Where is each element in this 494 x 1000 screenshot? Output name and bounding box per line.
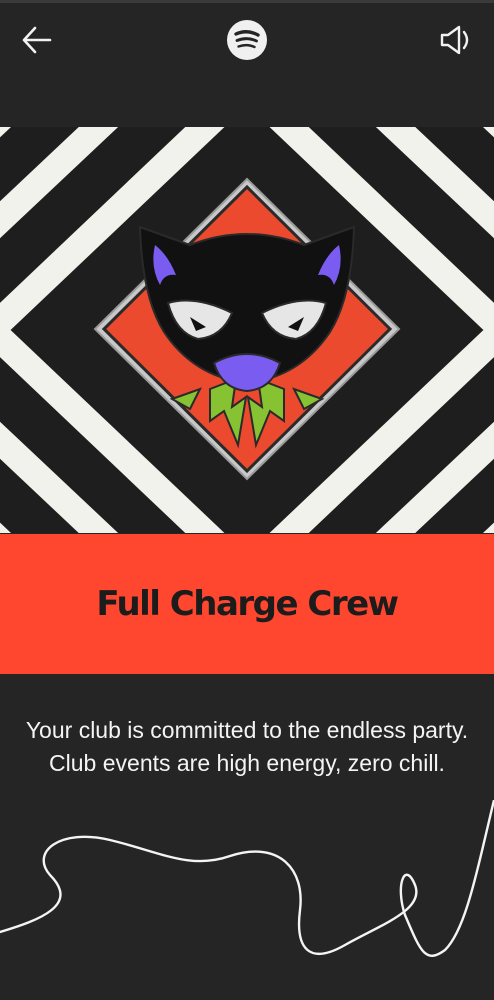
back-button[interactable] (16, 20, 60, 60)
decorative-squiggle (0, 800, 494, 957)
arrow-left-icon (22, 26, 52, 54)
speaker-icon (440, 25, 469, 55)
badge-hero (0, 127, 494, 533)
striped-background (0, 127, 494, 533)
badge-description: Your club is committed to the endless pa… (25, 717, 469, 776)
spotify-logo-icon (227, 20, 267, 60)
sound-toggle-button[interactable] (432, 20, 476, 60)
badge-title: Full Charge Crew (96, 584, 399, 624)
top-bar (0, 0, 494, 90)
badge-title-banner: Full Charge Crew (0, 534, 494, 674)
